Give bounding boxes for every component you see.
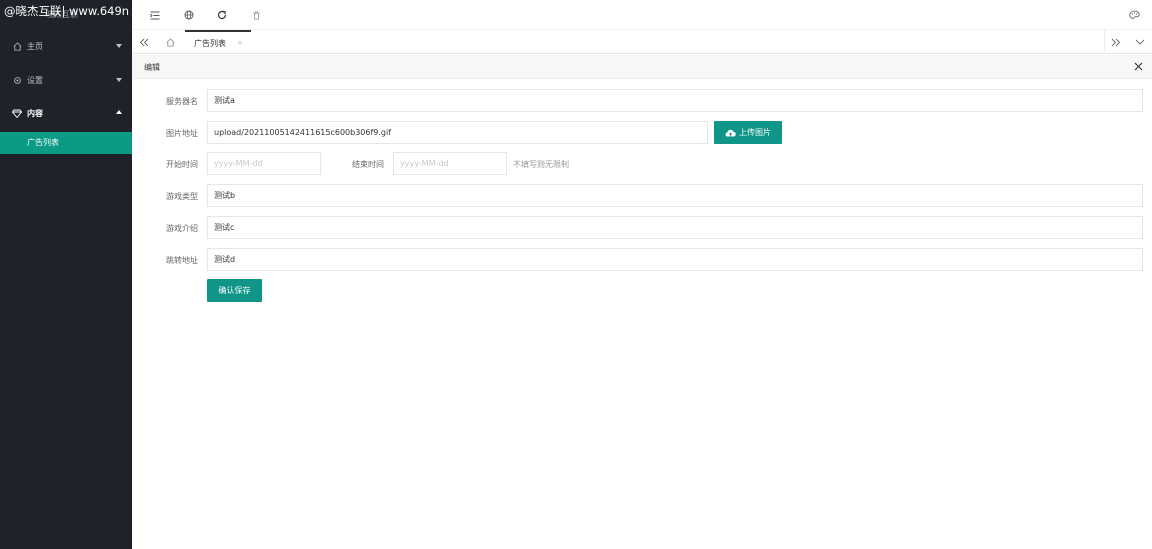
clear-icon[interactable] — [250, 9, 262, 21]
image-url-label: 图片地址 — [166, 129, 198, 138]
game-intro-input[interactable]: 测试c — [207, 216, 1143, 239]
server-name-input[interactable]: 测试a — [207, 89, 1143, 112]
tabs-scroll-left-icon[interactable] — [132, 30, 156, 54]
sidebar-item-home[interactable]: 主页 — [0, 30, 132, 64]
sidebar-item-content[interactable]: 内容 — [0, 97, 132, 131]
sidebar-item-settings[interactable]: 设置 — [0, 64, 132, 98]
diamond-icon — [12, 109, 22, 119]
server-name-label: 服务器名 — [166, 97, 198, 106]
tab-label: 广告列表 — [194, 38, 226, 48]
chevron-down-icon — [116, 44, 122, 48]
end-time-placeholder: yyyy-MM-dd — [400, 159, 449, 168]
tabs-menu-chevron-down-icon[interactable] — [1128, 30, 1152, 54]
refresh-icon[interactable] — [216, 9, 228, 21]
sidebar-subitem-ad-list[interactable]: 广告列表 — [0, 131, 132, 154]
panel-header: 编辑 — [132, 55, 1152, 79]
start-time-placeholder: yyyy-MM-dd — [214, 159, 263, 168]
upload-image-button[interactable]: 上传图片 — [714, 121, 782, 144]
time-hint: 不填写则无限制 — [513, 160, 569, 169]
top-header — [132, 0, 1152, 30]
game-intro-label: 游戏介绍 — [166, 224, 198, 233]
sidebar-subitem-label: 广告列表 — [27, 138, 59, 147]
tabs-bar: 广告列表 × — [132, 30, 1152, 54]
confirm-save-label: 确认保存 — [218, 286, 251, 295]
server-name-value: 测试a — [214, 96, 235, 105]
sidebar-item-label: 内容 — [27, 109, 43, 119]
tabs-scroll-right-icon[interactable] — [1104, 30, 1128, 54]
game-type-input[interactable]: 测试b — [207, 184, 1143, 207]
start-time-label: 开始时间 — [166, 160, 198, 169]
sidebar: 晓杰互联 @晓杰互联| www.649n 主页 设置 内容 广告列表 — [0, 0, 132, 549]
watermark: @晓杰互联| www.649n — [4, 4, 130, 18]
jump-url-value: 测试d — [214, 255, 236, 264]
panel-title: 编辑 — [144, 63, 160, 72]
end-time-label: 结束时间 — [352, 160, 384, 169]
menu-fold-icon[interactable] — [149, 9, 161, 21]
image-url-value: upload/20211005142411615c600b306f9.gif — [214, 128, 392, 137]
confirm-save-button[interactable]: 确认保存 — [207, 279, 262, 302]
close-icon[interactable] — [1132, 60, 1144, 72]
tab-close-icon[interactable]: × — [237, 39, 243, 47]
theme-icon[interactable] — [1128, 9, 1140, 21]
jump-url-label: 跳转地址 — [166, 256, 198, 265]
end-time-input[interactable]: yyyy-MM-dd — [393, 152, 507, 175]
jump-url-input[interactable]: 测试d — [207, 248, 1143, 271]
home-icon — [12, 42, 22, 52]
start-time-input[interactable]: yyyy-MM-dd — [207, 152, 321, 175]
settings-icon — [12, 75, 22, 85]
globe-icon[interactable] — [183, 9, 195, 21]
chevron-up-icon — [116, 110, 122, 114]
sidebar-item-label: 设置 — [27, 75, 43, 85]
upload-button-label: 上传图片 — [739, 128, 771, 137]
cloud-upload-icon — [725, 129, 736, 137]
game-intro-value: 测试c — [214, 223, 235, 232]
tab-ad-list[interactable]: 广告列表 × — [185, 30, 251, 54]
image-url-input[interactable]: upload/20211005142411615c600b306f9.gif — [207, 121, 708, 144]
home-tab-icon[interactable] — [158, 30, 182, 54]
chevron-down-icon — [116, 77, 122, 82]
game-type-value: 测试b — [214, 191, 236, 200]
game-type-label: 游戏类型 — [166, 192, 198, 201]
logo: 晓杰互联 @晓杰互联| www.649n — [0, 0, 132, 30]
sidebar-item-label: 主页 — [27, 42, 43, 52]
